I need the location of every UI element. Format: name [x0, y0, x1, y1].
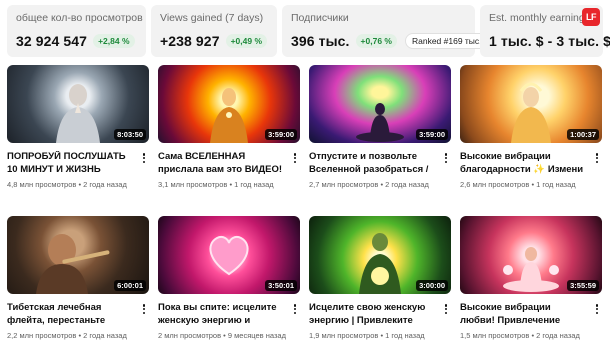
stat-views-gained: Views gained (7 days) +238 927 +0,49 %: [151, 5, 277, 57]
video-title[interactable]: Тибетская лечебная флейта, перестаньте с…: [7, 302, 149, 327]
more-options-icon[interactable]: [290, 302, 300, 316]
video-age: 2 года назад: [385, 180, 429, 189]
video-meta: 2,2 млн просмотров • 2 года назад: [7, 331, 127, 340]
video-card[interactable]: 8:03:50 ПОПРОБУЙ ПОСЛУШАТЬ 10 МИНУТ И ЖИ…: [7, 65, 149, 189]
video-title[interactable]: Отпустите и позвольте Вселенной разобрат…: [309, 151, 451, 176]
video-title[interactable]: Высокие вибрации благодарности ✨ Измени …: [460, 151, 602, 176]
video-thumbnail[interactable]: 1:00:37: [460, 65, 602, 143]
video-thumbnail[interactable]: 6:00:01: [7, 216, 149, 294]
stat-label: Est. monthly earnings: [489, 12, 590, 24]
video-thumbnail[interactable]: 3:00:00: [309, 216, 451, 294]
more-options-icon[interactable]: [290, 151, 300, 165]
video-meta: 2,6 млн просмотров • 1 год назад: [460, 180, 576, 189]
stat-delta-badge: +0,49 %: [225, 34, 268, 48]
more-options-icon[interactable]: [139, 302, 149, 316]
stat-label: общее кол-во просмотров: [16, 12, 143, 24]
glowing-woman-figure: [210, 88, 248, 143]
video-thumbnail[interactable]: 3:55:59: [460, 216, 602, 294]
video-card[interactable]: 3:55:59 Высокие вибрации любви! Привлече…: [460, 216, 602, 340]
meditating-woman-figure: [356, 103, 404, 142]
video-meta: 2 млн просмотров • 9 месяцев назад: [158, 331, 286, 340]
video-card[interactable]: 6:00:01 Тибетская лечебная флейта, перес…: [7, 216, 149, 340]
video-duration: 6:00:01: [114, 280, 146, 291]
video-card[interactable]: 3:00:00 Исцелите свою женскую энергию | …: [309, 216, 451, 340]
heart-icon: [209, 235, 249, 276]
video-thumbnail[interactable]: 3:59:00: [309, 65, 451, 143]
video-views: 3,1 млн просмотров: [158, 180, 228, 189]
video-duration: 3:59:00: [416, 129, 448, 140]
video-views: 2 млн просмотров: [158, 331, 222, 340]
video-duration: 8:03:50: [114, 129, 146, 140]
video-views: 2,6 млн просмотров: [460, 180, 530, 189]
extension-logo[interactable]: LF: [582, 8, 600, 26]
stat-delta-badge: +2,84 %: [93, 34, 135, 48]
rank-badge: Ranked #169 тыс.: [404, 33, 489, 49]
video-thumbnail[interactable]: 3:50:01: [158, 216, 300, 294]
stat-label: Подписчики: [291, 12, 349, 24]
stat-subscribers: Подписчики 396 тыс. +0,76 % Ranked #169 …: [282, 5, 489, 57]
meditating-woman-figure: [503, 247, 559, 292]
more-options-icon[interactable]: [592, 302, 602, 316]
video-age: 1 год назад: [385, 331, 425, 340]
video-views: 1,9 млн просмотров: [309, 331, 379, 340]
video-thumbnail[interactable]: 8:03:50: [7, 65, 149, 143]
video-card[interactable]: 1:00:37 Высокие вибрации благодарности ✨…: [460, 65, 602, 189]
video-title[interactable]: Исцелите свою женскую энергию | Привлеки…: [309, 302, 451, 327]
stat-value: +238 927: [160, 33, 220, 49]
video-duration: 3:59:00: [265, 129, 297, 140]
video-age: 2 года назад: [83, 180, 127, 189]
channel-stats-bar: общее кол-во просмотров 32 924 547 +2,84…: [7, 5, 610, 57]
video-age: 1 год назад: [234, 180, 274, 189]
video-card[interactable]: 3:59:00 Отпустите и позвольте Вселенной …: [309, 65, 451, 189]
video-age: 1 год назад: [536, 180, 576, 189]
video-duration: 3:50:01: [265, 280, 297, 291]
flute-player-figure: [35, 234, 110, 294]
video-age: 2 года назад: [83, 331, 127, 340]
video-views: 2,7 млн просмотров: [309, 180, 379, 189]
video-views: 1,5 млн просмотров: [460, 331, 530, 340]
video-meta: 1,9 млн просмотров • 1 год назад: [309, 331, 425, 340]
stat-value: 1 тыс. $ - 3 тыс. $: [489, 33, 610, 49]
more-options-icon[interactable]: [441, 151, 451, 165]
video-duration: 3:55:59: [567, 280, 599, 291]
stat-value: 32 924 547: [16, 33, 88, 49]
stat-label: Views gained (7 days): [160, 12, 264, 24]
stat-total-views: общее кол-во просмотров 32 924 547 +2,84…: [7, 5, 146, 57]
video-views: 4,8 млн просмотров: [7, 180, 77, 189]
video-title[interactable]: Сама ВСЕЛЕННАЯ прислала вам это ВИДЕО! С…: [158, 151, 300, 176]
video-duration: 1:00:37: [567, 129, 599, 140]
video-meta: 1,5 млн просмотров • 2 года назад: [460, 331, 580, 340]
video-duration: 3:00:00: [416, 280, 448, 291]
video-meta: 2,7 млн просмотров • 2 года назад: [309, 180, 429, 189]
golden-woman-figure: [511, 82, 551, 143]
woman-with-light-figure: [359, 233, 401, 294]
video-age: 2 года назад: [536, 331, 580, 340]
stat-delta-badge: +0,76 %: [355, 34, 397, 48]
stat-monthly-earnings: Est. monthly earnings 1 тыс. $ - 3 тыс. …: [480, 5, 610, 57]
more-options-icon[interactable]: [592, 151, 602, 165]
video-thumbnail[interactable]: 3:59:00: [158, 65, 300, 143]
video-card[interactable]: 3:50:01 Пока вы спите: исцелите женскую …: [158, 216, 300, 340]
video-meta: 4,8 млн просмотров • 2 года назад: [7, 180, 127, 189]
video-title[interactable]: ПОПРОБУЙ ПОСЛУШАТЬ 10 МИНУТ И ЖИЗНЬ ИЗМЕ…: [7, 151, 149, 176]
video-title[interactable]: Высокие вибрации любви! Привлечение ваше…: [460, 302, 602, 327]
video-meta: 3,1 млн просмотров • 1 год назад: [158, 180, 274, 189]
stat-value: 396 тыс.: [291, 33, 350, 49]
video-views: 2,2 млн просмотров: [7, 331, 77, 340]
video-card[interactable]: 3:59:00 Сама ВСЕЛЕННАЯ прислала вам это …: [158, 65, 300, 189]
video-title[interactable]: Пока вы спите: исцелите женскую энергию …: [158, 302, 300, 327]
video-age: 9 месяцев назад: [227, 331, 286, 340]
more-options-icon[interactable]: [441, 302, 451, 316]
praying-woman-figure: [56, 84, 100, 143]
more-options-icon[interactable]: [139, 151, 149, 165]
